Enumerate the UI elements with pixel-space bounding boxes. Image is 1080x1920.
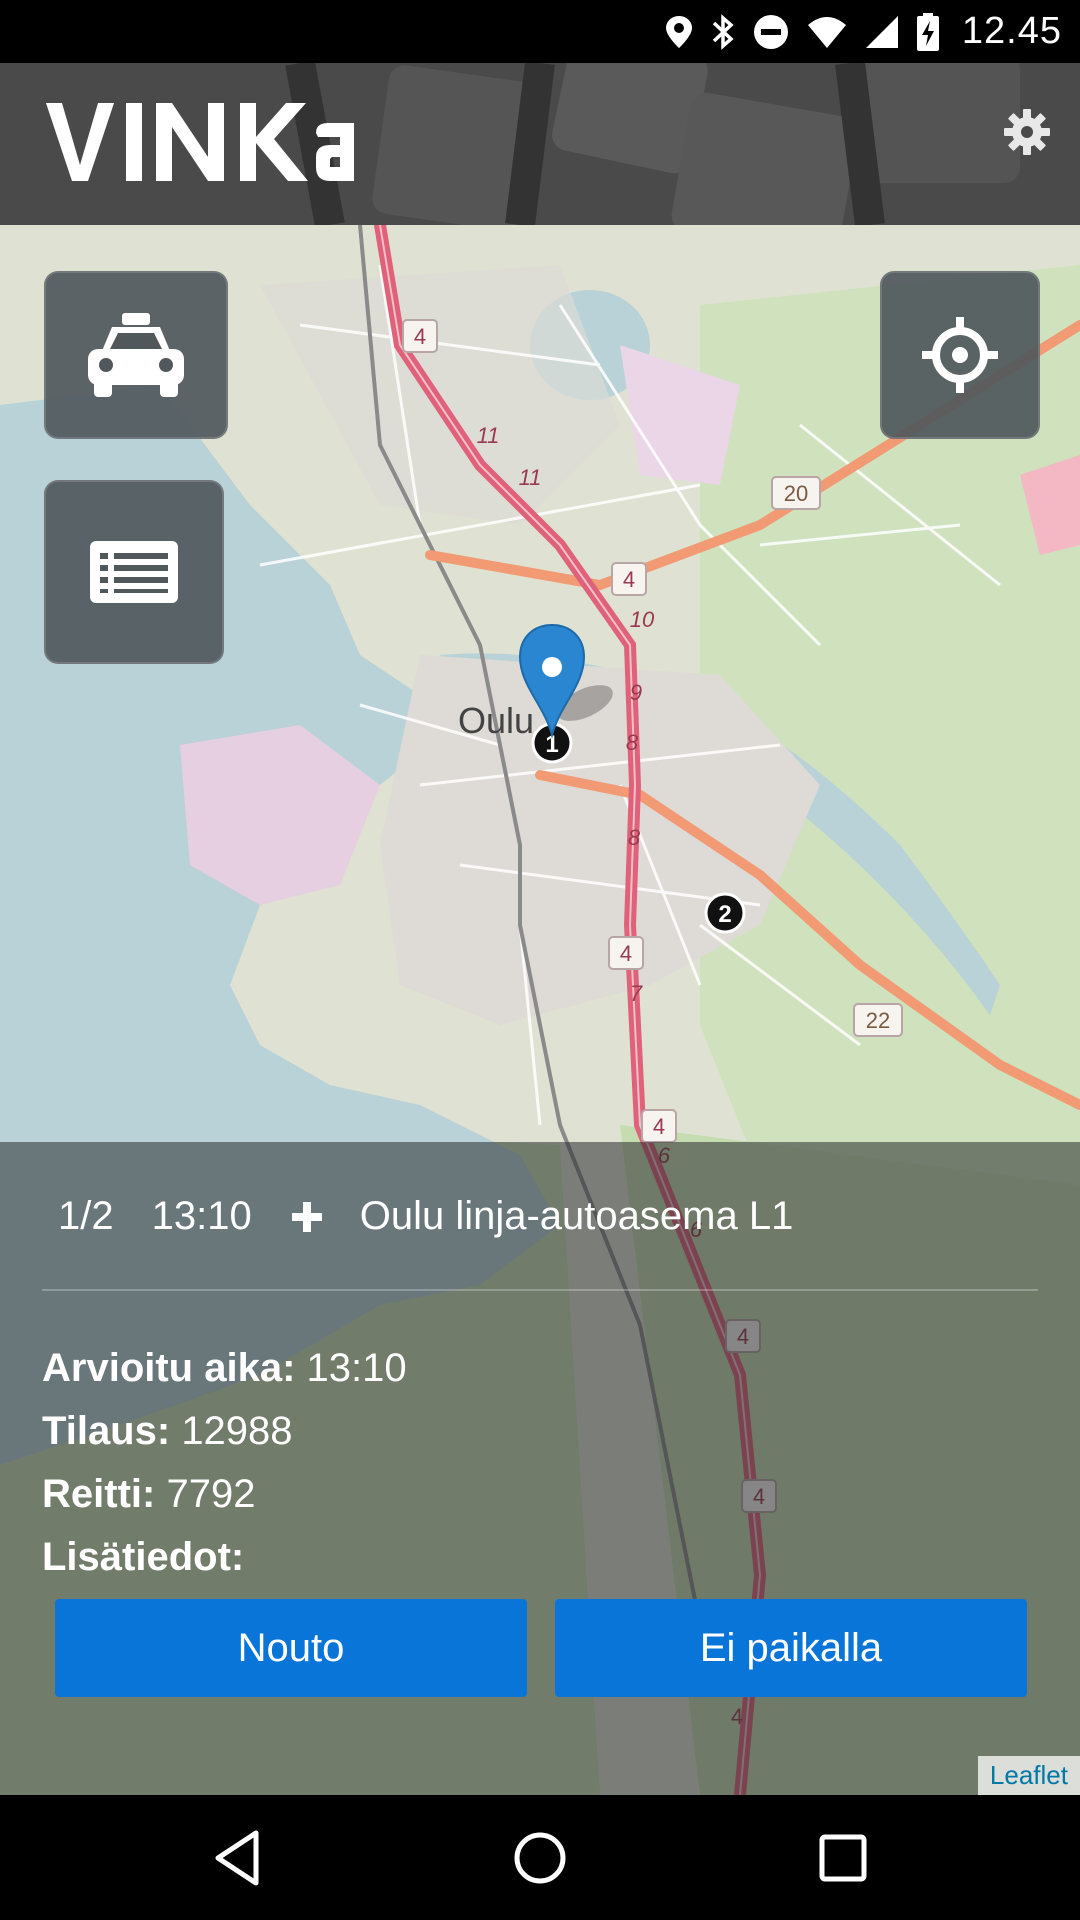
road-label: 11 bbox=[477, 423, 500, 448]
order-label: Tilaus: bbox=[42, 1409, 171, 1453]
svg-text:4: 4 bbox=[414, 324, 426, 349]
map-view[interactable]: 4 4 4 4 4 4 4 11 11 10 9 8 8 7 6 6 20 22… bbox=[0, 225, 1080, 1795]
road-label: 7 bbox=[630, 981, 643, 1006]
route-label: Reitti: bbox=[42, 1472, 156, 1516]
gear-icon bbox=[1004, 109, 1050, 155]
waypoint-marker-2[interactable]: 2 bbox=[704, 892, 746, 934]
city-label: Oulu bbox=[458, 700, 534, 741]
road-label: 8 bbox=[626, 730, 639, 755]
crosshair-icon bbox=[922, 317, 998, 393]
home-icon bbox=[514, 1832, 566, 1884]
svg-text:2: 2 bbox=[718, 901, 731, 928]
order-value: 12988 bbox=[181, 1409, 293, 1453]
estimated-time-label: Arvioitu aika: bbox=[42, 1346, 296, 1390]
road-shield: 4 bbox=[641, 1109, 677, 1143]
stop-name: Oulu linja-autoasema L1 bbox=[359, 1194, 794, 1238]
signal-icon bbox=[865, 15, 898, 48]
stop-index: 1/2 bbox=[58, 1194, 114, 1238]
route-row: Reitti: 7792 bbox=[42, 1463, 407, 1526]
home-button[interactable] bbox=[507, 1825, 573, 1891]
stop-info-panel: 1/2 13:10 Oulu linja-autoasema L1 Arvioi… bbox=[0, 1142, 1080, 1795]
svg-text:22: 22 bbox=[866, 1008, 890, 1033]
location-icon bbox=[665, 15, 692, 48]
road-label: 9 bbox=[630, 680, 642, 705]
do-not-disturb-icon bbox=[753, 14, 788, 49]
divider bbox=[42, 1289, 1038, 1291]
bluetooth-icon bbox=[712, 13, 734, 50]
road-label: 8 bbox=[628, 825, 641, 850]
back-button[interactable] bbox=[206, 1825, 272, 1891]
settings-button[interactable] bbox=[1002, 107, 1052, 157]
wifi-icon bbox=[807, 16, 846, 48]
extra-info-label: Lisätiedot: bbox=[42, 1535, 245, 1579]
battery-charging-icon bbox=[916, 12, 939, 51]
order-row: Tilaus: 12988 bbox=[42, 1400, 407, 1463]
estimated-time-row: Arvioitu aika: 13:10 bbox=[42, 1337, 407, 1400]
stop-time: 13:10 bbox=[151, 1194, 252, 1238]
extra-info-row: Lisätiedot: bbox=[42, 1526, 407, 1589]
navigation-bar bbox=[0, 1795, 1080, 1920]
svg-text:4: 4 bbox=[653, 1114, 665, 1139]
road-shield: 22 bbox=[853, 1003, 903, 1037]
road-label: 10 bbox=[630, 607, 655, 632]
taxi-button[interactable] bbox=[44, 271, 228, 439]
list-button[interactable] bbox=[44, 480, 224, 664]
recents-icon bbox=[819, 1834, 867, 1882]
svg-text:4: 4 bbox=[620, 941, 632, 966]
not-present-button[interactable]: Ei paikalla bbox=[555, 1599, 1027, 1697]
back-icon bbox=[215, 1830, 259, 1886]
status-bar: 12.45 bbox=[0, 0, 1080, 63]
road-shield: 4 bbox=[611, 562, 647, 596]
status-time: 12.45 bbox=[961, 10, 1062, 52]
vinka-logo bbox=[46, 99, 356, 185]
pickup-button[interactable]: Nouto bbox=[55, 1599, 527, 1697]
road-shield: 4 bbox=[402, 319, 438, 353]
svg-text:20: 20 bbox=[784, 481, 808, 506]
road-shield: 20 bbox=[771, 476, 821, 510]
plus-icon bbox=[290, 1200, 324, 1234]
stop-row[interactable]: 1/2 13:10 Oulu linja-autoasema L1 bbox=[58, 1194, 831, 1239]
taxi-icon bbox=[88, 313, 184, 397]
road-shield: 4 bbox=[608, 936, 644, 970]
svg-text:4: 4 bbox=[623, 567, 635, 592]
recents-button[interactable] bbox=[810, 1825, 876, 1891]
estimated-time-value: 13:10 bbox=[306, 1346, 407, 1390]
leaflet-attribution-link[interactable]: Leaflet bbox=[977, 1756, 1080, 1795]
app-header bbox=[0, 63, 1080, 225]
route-value: 7792 bbox=[166, 1472, 256, 1516]
road-label: 11 bbox=[519, 465, 542, 490]
list-icon bbox=[90, 541, 178, 603]
locate-button[interactable] bbox=[880, 271, 1040, 439]
stop-details: Arvioitu aika: 13:10 Tilaus: 12988 Reitt… bbox=[42, 1337, 407, 1589]
